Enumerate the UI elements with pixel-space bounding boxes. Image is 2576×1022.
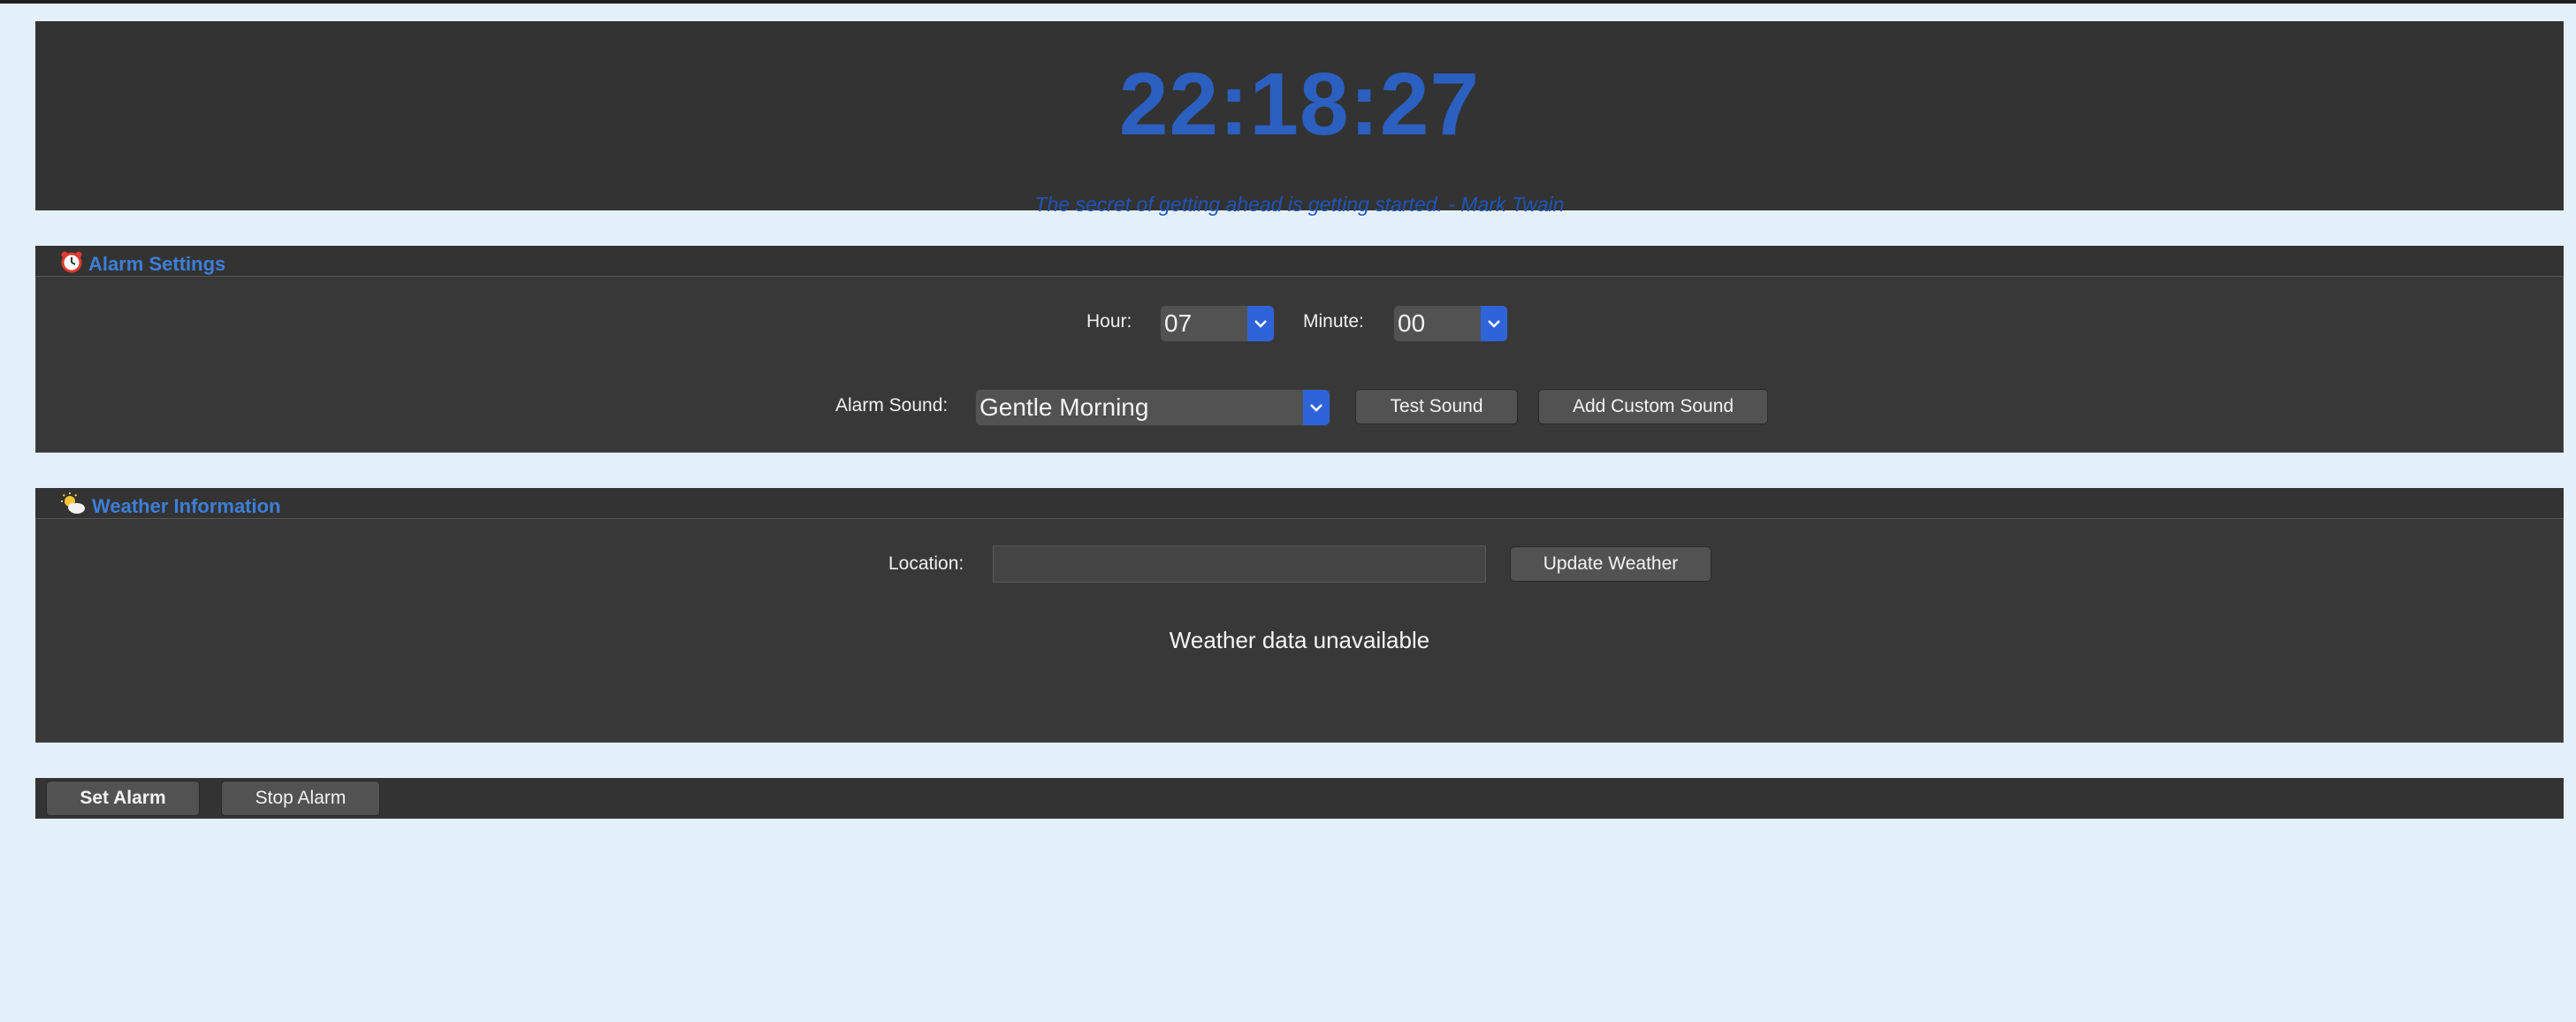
clock-time: 22:18:27 — [1118, 55, 1481, 154]
alarm-settings-title: Alarm Settings — [88, 253, 226, 275]
chevron-down-icon — [1303, 390, 1330, 425]
hour-label: Hour: — [1086, 311, 1132, 332]
chevron-down-icon — [1247, 306, 1274, 341]
alarm-settings-header: Alarm Settings — [35, 246, 2564, 276]
add-custom-sound-button[interactable]: Add Custom Sound — [1538, 389, 1768, 424]
stop-alarm-button[interactable]: Stop Alarm — [221, 781, 380, 816]
alarm-sound-select[interactable]: Gentle Morning — [975, 389, 1330, 426]
alarm-sound-value: Gentle Morning — [979, 393, 1149, 421]
clock-panel: 22:18:27 The secret of getting ahead is … — [35, 21, 2564, 215]
weather-title: Weather Information — [92, 495, 281, 517]
hour-select[interactable]: 07 — [1160, 305, 1275, 342]
set-alarm-button[interactable]: Set Alarm — [46, 781, 200, 816]
alarm-sound-label: Alarm Sound: — [835, 395, 949, 416]
weather-body: Location: Update Weather Weather data un… — [35, 518, 2564, 743]
test-sound-button[interactable]: Test Sound — [1355, 389, 1518, 424]
sun-cloud-icon — [60, 492, 87, 521]
minute-value: 00 — [1398, 309, 1426, 337]
alarm-clock-icon — [60, 250, 83, 278]
location-input[interactable] — [993, 545, 1486, 583]
minute-label: Minute: — [1303, 311, 1364, 332]
minute-select[interactable]: 00 — [1393, 305, 1508, 342]
action-bar: Set Alarm Stop Alarm — [35, 778, 2564, 819]
hour-value: 07 — [1164, 309, 1193, 337]
chevron-down-icon — [1481, 306, 1507, 341]
location-label: Location: — [888, 553, 964, 574]
window-top-border — [0, 0, 2576, 4]
motivational-quote: The secret of getting ahead is getting s… — [1034, 193, 1565, 216]
alarm-settings-body: Hour: 07 Minute: 00 Alarm Sound: Gentle … — [35, 276, 2564, 453]
weather-status: Weather data unavailable — [1169, 627, 1430, 653]
update-weather-button[interactable]: Update Weather — [1510, 546, 1711, 582]
weather-header: Weather Information — [35, 488, 2564, 518]
